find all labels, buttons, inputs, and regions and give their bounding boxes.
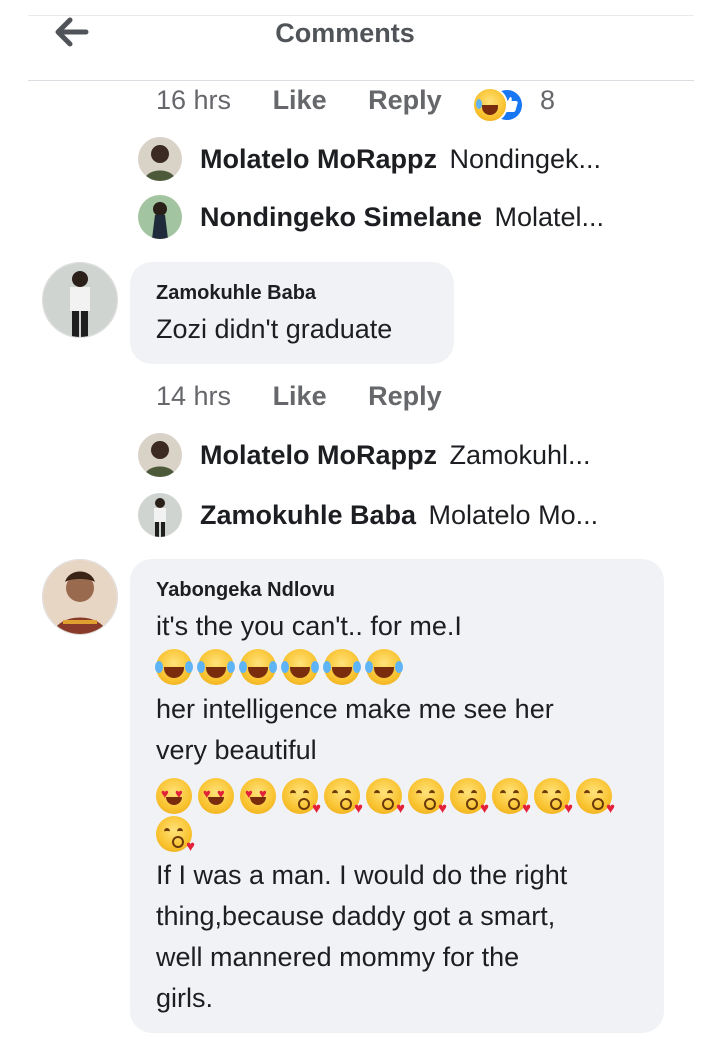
comment-text-line: girls. bbox=[156, 983, 214, 1013]
reply-author: Nondingeko Simelane bbox=[200, 202, 483, 232]
laughing-tears-emoji-icon bbox=[281, 649, 319, 685]
comment-bubble[interactable]: Yabongeka Ndlovu it's the you can't.. fo… bbox=[130, 559, 664, 1033]
comment-text-line: very beautiful bbox=[156, 735, 317, 765]
reply-snippet: Molatel... bbox=[494, 202, 605, 232]
haha-reaction-icon bbox=[472, 87, 508, 123]
emoji-row: ♥ bbox=[156, 816, 198, 854]
kissing-face-emoji-icon: ♥ bbox=[450, 778, 489, 816]
laughing-tears-emoji-icon bbox=[239, 649, 277, 685]
comment-text-line: If I was a man. I would do the right bbox=[156, 860, 568, 890]
reaction-count: 8 bbox=[540, 85, 556, 115]
reaction-summary[interactable] bbox=[472, 87, 528, 123]
reply-author: Molatelo MoRappz bbox=[200, 144, 437, 174]
reply-snippet: Nondingek... bbox=[449, 144, 602, 174]
reply-author: Molatelo MoRappz bbox=[200, 440, 437, 470]
reply-snippet: Zamokuhl... bbox=[449, 440, 591, 470]
heart-eyes-emoji-icon: ♥ ♥ bbox=[240, 778, 276, 814]
reply-snippet: Molatelo Mo... bbox=[428, 500, 599, 530]
kissing-face-emoji-icon: ♥ bbox=[156, 816, 195, 854]
kissing-face-emoji-icon: ♥ bbox=[324, 778, 363, 816]
heart-eyes-emoji-icon: ♥ ♥ bbox=[156, 778, 192, 814]
laughing-tears-emoji-icon bbox=[197, 649, 235, 685]
avatar[interactable] bbox=[138, 493, 182, 537]
comment-actions-row: 14 hrs Like Reply bbox=[156, 381, 442, 412]
heart-eyes-emoji-icon: ♥ ♥ bbox=[198, 778, 234, 814]
kissing-face-emoji-icon: ♥ bbox=[366, 778, 405, 816]
page-title: Comments bbox=[275, 18, 415, 48]
like-button[interactable]: Like bbox=[273, 85, 327, 115]
avatar[interactable] bbox=[42, 559, 118, 635]
kissing-face-emoji-icon: ♥ bbox=[534, 778, 573, 816]
like-button[interactable]: Like bbox=[273, 381, 327, 411]
header-divider bbox=[28, 80, 694, 81]
laughing-tears-emoji-icon bbox=[323, 649, 361, 685]
comment-text-line: thing,because daddy got a smart, bbox=[156, 901, 556, 931]
reply-preview[interactable]: Nondingeko Simelane Molatel... bbox=[200, 202, 604, 233]
comment-author[interactable]: Zamokuhle Baba bbox=[156, 282, 316, 305]
comment-timestamp: 16 hrs bbox=[156, 85, 232, 115]
reply-author: Zamokuhle Baba bbox=[200, 500, 417, 530]
reply-preview[interactable]: Molatelo MoRappz Nondingek... bbox=[200, 144, 601, 175]
comment-text-line: well mannered mommy for the bbox=[156, 942, 520, 972]
avatar[interactable] bbox=[138, 433, 182, 477]
avatar[interactable] bbox=[138, 195, 182, 239]
comment-author[interactable]: Yabongeka Ndlovu bbox=[156, 579, 335, 602]
kissing-face-emoji-icon: ♥ bbox=[576, 778, 615, 816]
comment-timestamp: 14 hrs bbox=[156, 381, 232, 411]
comment-text-line: it's the you can't.. for me.I bbox=[156, 611, 462, 641]
laughing-tears-emoji-icon bbox=[365, 649, 403, 685]
kissing-face-emoji-icon: ♥ bbox=[408, 778, 447, 816]
comment-text: Zozi didn't graduate bbox=[156, 314, 393, 344]
header-bar: Comments bbox=[0, 0, 720, 82]
avatar[interactable] bbox=[138, 137, 182, 181]
kissing-face-emoji-icon: ♥ bbox=[492, 778, 531, 816]
reply-preview[interactable]: Molatelo MoRappz Zamokuhl... bbox=[200, 440, 591, 471]
laughing-tears-emoji-icon bbox=[155, 649, 193, 685]
emoji-row bbox=[155, 649, 408, 685]
comment-text-line: her intelligence make me see her bbox=[156, 694, 554, 724]
comment-actions-row: 16 hrs Like Reply bbox=[156, 85, 442, 116]
comment-bubble[interactable]: Zamokuhle Baba Zozi didn't graduate bbox=[130, 262, 454, 364]
reply-preview[interactable]: Zamokuhle Baba Molatelo Mo... bbox=[200, 500, 598, 531]
avatar[interactable] bbox=[42, 262, 118, 338]
reply-button[interactable]: Reply bbox=[368, 381, 442, 411]
kissing-face-emoji-icon: ♥ bbox=[282, 778, 321, 816]
reply-button[interactable]: Reply bbox=[368, 85, 442, 115]
emoji-row: ♥ ♥ ♥ ♥ ♥ ♥ ♥ ♥ ♥ ♥ ♥ ♥ ♥ ♥ bbox=[156, 778, 618, 816]
